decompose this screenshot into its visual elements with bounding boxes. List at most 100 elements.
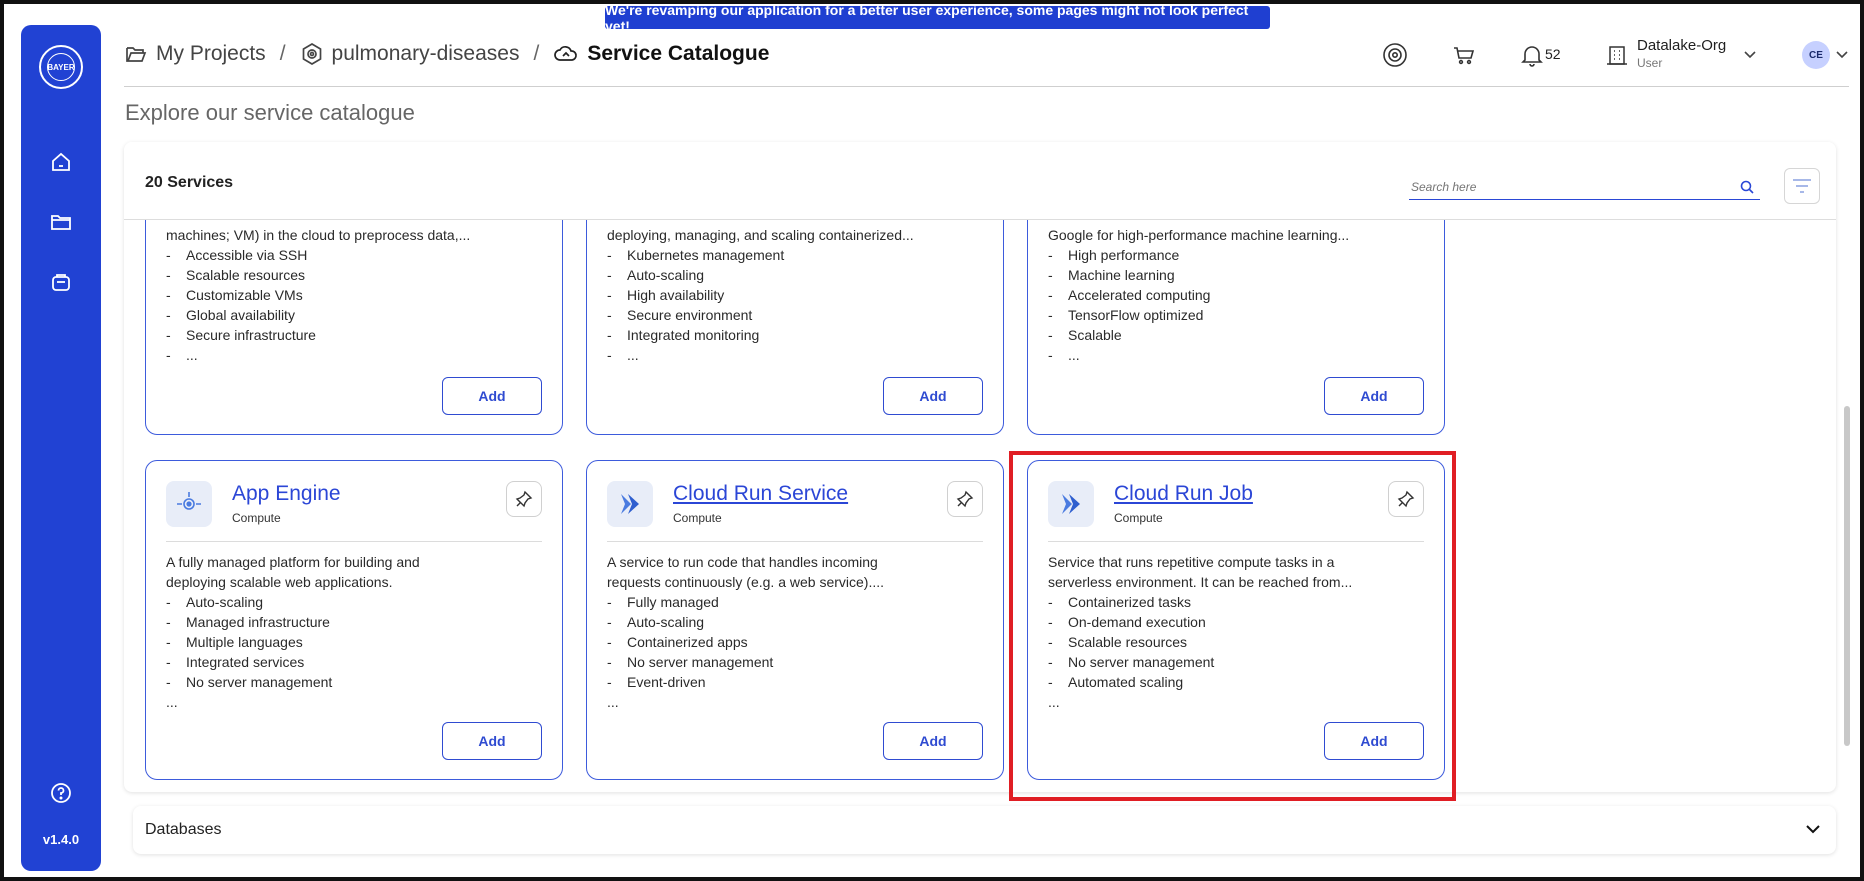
- card-description: A fully managed platform for building an…: [166, 552, 420, 712]
- description-line: A service to run code that handles incom…: [607, 554, 878, 570]
- logo-text: BAYER: [47, 62, 75, 72]
- card-category: Compute: [232, 511, 281, 525]
- breadcrumb-label: Service Catalogue: [587, 42, 770, 65]
- page-title: Explore our service catalogue: [125, 100, 415, 125]
- feature-item: Machine learning: [1048, 265, 1210, 285]
- card-category: Compute: [673, 511, 722, 525]
- feature-list: Fully managed Auto-scaling Containerized…: [607, 592, 884, 692]
- highlight-box: [1009, 451, 1456, 801]
- feature-item: Global availability: [166, 305, 316, 325]
- more-ellipsis: ...: [607, 694, 619, 710]
- feature-item: No server management: [166, 672, 420, 692]
- add-button[interactable]: Add: [442, 377, 542, 415]
- avatar[interactable]: CE: [1802, 41, 1830, 69]
- bayer-logo[interactable]: BAYER: [39, 45, 83, 89]
- card-divider: [607, 541, 983, 542]
- service-card-cloud-run-service: Cloud Run Service Compute A service to r…: [586, 460, 1004, 780]
- feature-item: Kubernetes management: [607, 245, 784, 265]
- breadcrumb-separator: /: [533, 42, 540, 65]
- add-button[interactable]: Add: [442, 722, 542, 760]
- more-ellipsis: ...: [166, 345, 316, 365]
- feature-item: Customizable VMs: [166, 285, 316, 305]
- description-line: requests continuously (e.g. a web servic…: [607, 574, 885, 590]
- add-button[interactable]: Add: [1324, 377, 1424, 415]
- filter-button[interactable]: [1784, 168, 1820, 204]
- announcement-banner: We're revamping our application for a be…: [605, 2, 1270, 34]
- more-ellipsis: ...: [1048, 345, 1210, 365]
- feature-item: Containerized apps: [607, 632, 884, 652]
- app-version: v1.4.0: [42, 832, 80, 847]
- service-catalogue-panel: 20 Services machines; VM) in the cloud t…: [124, 142, 1836, 792]
- feature-item: No server management: [607, 652, 884, 672]
- header-divider: [124, 86, 1849, 87]
- feature-item: Integrated monitoring: [607, 325, 784, 345]
- feature-item: Accelerated computing: [1048, 285, 1210, 305]
- pin-icon: [515, 490, 533, 508]
- sidebar: BAYER v1.4.0: [21, 25, 101, 871]
- help-icon[interactable]: [49, 781, 73, 805]
- service-card-app-engine: App Engine Compute A fully managed platf…: [145, 460, 563, 780]
- feature-item: TensorFlow optimized: [1048, 305, 1210, 325]
- pin-button[interactable]: [506, 481, 542, 517]
- feature-list: High performance Machine learning Accele…: [1048, 245, 1210, 365]
- home-icon[interactable]: [49, 150, 73, 174]
- section-label: Databases: [145, 821, 222, 838]
- app-engine-icon: [166, 481, 212, 527]
- pin-button[interactable]: [947, 481, 983, 517]
- feature-item: Managed infrastructure: [166, 612, 420, 632]
- cloud-icon: [554, 46, 578, 61]
- card-description: Google for high-performance machine lear…: [1048, 227, 1350, 243]
- card-description: deploying, managing, and scaling contain…: [607, 227, 914, 243]
- cart-icon[interactable]: [1451, 42, 1477, 68]
- feature-item: Secure infrastructure: [166, 325, 316, 345]
- feature-item: High performance: [1048, 245, 1210, 265]
- card-title-link[interactable]: Cloud Run Service: [673, 482, 848, 506]
- feature-item: Secure environment: [607, 305, 784, 325]
- settings-icon[interactable]: [1382, 42, 1408, 68]
- feature-list: Kubernetes management Auto-scaling High …: [607, 245, 784, 365]
- feature-list: Auto-scaling Managed infrastructure Mult…: [166, 592, 420, 692]
- filter-icon: [1793, 179, 1811, 193]
- card-title[interactable]: App Engine: [232, 482, 341, 506]
- chevron-down-icon[interactable]: [1834, 46, 1850, 62]
- feature-item: High availability: [607, 285, 784, 305]
- breadcrumb-project[interactable]: pulmonary-diseases: [300, 42, 519, 66]
- card-description: machines; VM) in the cloud to preprocess…: [166, 227, 471, 243]
- bell-icon[interactable]: [1519, 42, 1545, 68]
- service-count: 20 Services: [145, 174, 234, 191]
- bag-icon[interactable]: [49, 270, 73, 294]
- feature-item: Auto-scaling: [607, 612, 884, 632]
- folder-icon[interactable]: [49, 210, 73, 234]
- breadcrumb-current: Service Catalogue: [553, 42, 769, 66]
- feature-item: Auto-scaling: [166, 592, 420, 612]
- folder-open-icon: [126, 47, 147, 62]
- add-button[interactable]: Add: [883, 722, 983, 760]
- search-icon[interactable]: [1740, 180, 1754, 194]
- notification-count: 52: [1545, 46, 1561, 62]
- add-button[interactable]: Add: [883, 377, 983, 415]
- scrollbar-thumb[interactable]: [1844, 406, 1850, 746]
- feature-item: Multiple languages: [166, 632, 420, 652]
- breadcrumb-separator: /: [279, 42, 286, 65]
- building-icon: [1607, 46, 1627, 65]
- cloud-run-icon: [607, 481, 653, 527]
- databases-section[interactable]: Databases: [133, 806, 1836, 854]
- feature-item: Event-driven: [607, 672, 884, 692]
- panel-header: 20 Services: [124, 142, 1836, 220]
- org-role: User: [1637, 56, 1663, 70]
- feature-item: Accessible via SSH: [166, 245, 316, 265]
- feature-item: Scalable: [1048, 325, 1210, 345]
- search-box: [1409, 176, 1760, 200]
- org-name[interactable]: Datalake-Org: [1637, 37, 1726, 54]
- more-ellipsis: ...: [166, 694, 178, 710]
- pin-icon: [956, 490, 974, 508]
- more-ellipsis: ...: [607, 345, 784, 365]
- search-input[interactable]: [1409, 176, 1709, 198]
- card-description: A service to run code that handles incom…: [607, 552, 884, 712]
- chevron-down-icon[interactable]: [1742, 46, 1758, 62]
- breadcrumb-label: My Projects: [156, 42, 266, 65]
- chevron-down-icon[interactable]: [1804, 820, 1822, 838]
- feature-item: Integrated services: [166, 652, 420, 672]
- breadcrumb-my-projects[interactable]: My Projects: [124, 42, 266, 66]
- hexagon-gear-icon: [302, 43, 321, 65]
